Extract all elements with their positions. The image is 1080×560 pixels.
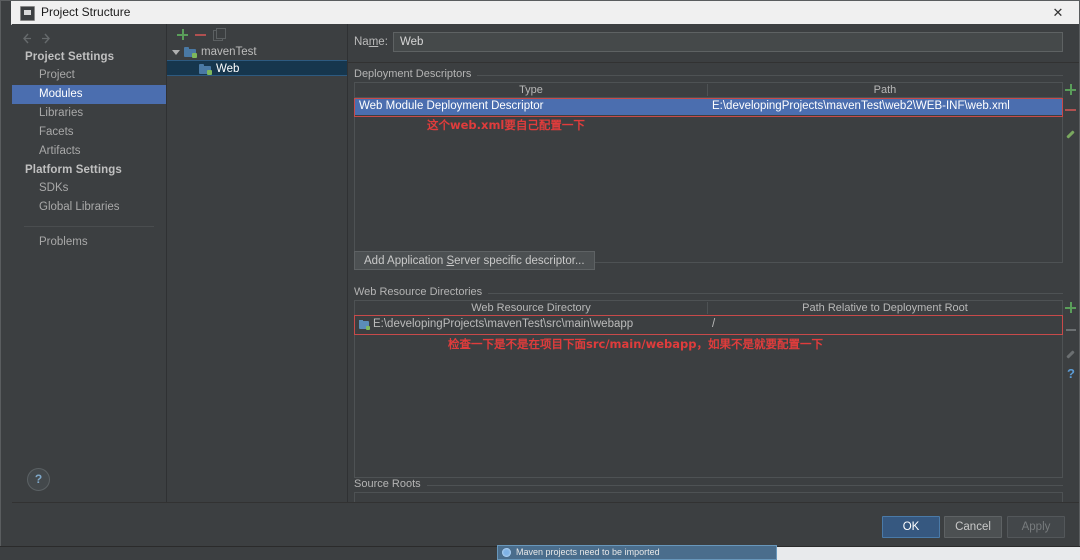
deployment-descriptors-group: Deployment Descriptors Type Path Web Mod… [354,68,1063,263]
idea-logo-icon [20,6,35,21]
pencil-icon [1063,124,1079,140]
tree-node-web[interactable]: Web [167,60,347,76]
sidebar-item-problems[interactable]: Problems [12,233,166,252]
maven-import-notification[interactable]: Maven projects need to be imported [497,545,777,560]
source-roots-title: Source Roots [354,478,427,490]
web-resource-directories-group: Web Resource Directories Web Resource Di… [354,286,1063,478]
deployment-descriptors-box: Type Path Web Module Deployment Descript… [354,82,1063,263]
module-tree-panel: mavenTest Web [167,24,348,503]
cell-path: E:\developingProjects\mavenTest\web2\WEB… [712,100,1010,112]
forward-arrow-icon[interactable] [40,32,53,45]
column-header-path[interactable]: Path [708,83,1062,97]
notification-text: Maven projects need to be imported [516,547,660,557]
module-settings-panel: Name: Web Deployment Descriptors Type Pa… [348,24,1079,523]
web-resources-title: Web Resource Directories [354,286,489,298]
add-web-resource-button[interactable] [1063,300,1079,316]
table-row[interactable]: E:\developingProjects\mavenTest\src\main… [355,316,1062,333]
module-tree: mavenTest Web [167,44,347,76]
help-icon: ? [1067,366,1075,381]
dialog-button-bar: OK Cancel Apply [12,502,1079,547]
sidebar-group-project-settings: Project Settings [25,51,115,63]
dialog-titlebar: Project Structure ✕ [11,1,1079,25]
web-module-icon [199,64,212,75]
sidebar-group-platform-settings: Platform Settings [25,164,122,176]
notification-icon [502,548,511,557]
annotation-webapp: 检查一下是不是在项目下面src/main/webapp，如果不是就要配置一下 [448,337,823,351]
annotation-webxml: 这个web.xml要自己配置一下 [427,118,585,132]
minus-icon [1063,322,1079,338]
divider [348,62,1079,63]
sidebar-item-libraries[interactable]: Libraries [12,104,166,123]
edit-web-resource-button[interactable] [1063,344,1079,360]
sidebar-item-modules[interactable]: Modules [12,85,166,104]
add-module-button[interactable] [175,27,190,42]
sidebar-item-sdks[interactable]: SDKs [12,179,166,198]
plus-icon [175,27,190,42]
web-resources-box: Web Resource Directory Path Relative to … [354,300,1063,478]
sidebar-divider [24,226,154,227]
column-header-web-resource-directory[interactable]: Web Resource Directory [355,301,707,315]
name-label: Name: [354,36,388,48]
cell-directory: E:\developingProjects\mavenTest\src\main… [373,318,634,330]
web-resources-help-button[interactable]: ? [1063,366,1079,382]
minus-icon [1063,102,1078,117]
chevron-down-icon[interactable] [172,50,180,55]
ok-button[interactable]: OK [882,516,940,538]
sidebar-nav [17,29,77,47]
minus-icon [193,27,208,42]
copy-module-button[interactable] [211,27,226,42]
module-tree-toolbar [167,24,347,44]
column-header-relative-path[interactable]: Path Relative to Deployment Root [708,301,1062,315]
sidebar-list: Project Settings Project Modules Librari… [12,48,166,252]
tree-node-label: mavenTest [201,46,257,58]
settings-sidebar: Project Settings Project Modules Librari… [12,24,167,503]
screen: m W v ns o Project Structure ✕ Project S… [0,0,1080,560]
name-input[interactable]: Web [393,32,1063,52]
plus-icon [1063,82,1078,97]
remove-descriptor-button[interactable] [1063,102,1079,118]
copy-icon [211,27,226,42]
remove-module-button[interactable] [193,27,208,42]
group-line [354,485,1063,486]
tree-node-maventest[interactable]: mavenTest [167,44,347,60]
remove-web-resource-button[interactable] [1063,322,1079,338]
tree-node-label: Web [216,63,240,75]
plus-icon [1063,300,1078,315]
deployment-descriptors-table: Type Path Web Module Deployment Descript… [355,83,1062,262]
add-app-server-descriptor-button[interactable]: Add Application Server specific descript… [354,251,595,270]
cancel-button[interactable]: Cancel [944,516,1002,538]
help-icon[interactable]: ? [27,468,50,491]
table-header: Type Path [355,83,1062,98]
sidebar-item-facets[interactable]: Facets [12,123,166,142]
deployment-tools [1063,82,1079,162]
cell-type: Web Module Deployment Descriptor [359,100,544,112]
pencil-icon [1063,344,1079,360]
sidebar-item-project[interactable]: Project [12,66,166,85]
folder-icon [359,320,370,330]
add-descriptor-icon-button[interactable] [1063,82,1079,98]
table-header: Web Resource Directory Path Relative to … [355,301,1062,316]
web-resources-table: Web Resource Directory Path Relative to … [355,301,1062,477]
back-arrow-icon[interactable] [20,32,33,45]
dialog-title: Project Structure [41,5,131,19]
apply-button[interactable]: Apply [1007,516,1065,538]
table-row[interactable]: Web Module Deployment Descriptor E:\deve… [355,98,1062,115]
deployment-descriptors-title: Deployment Descriptors [354,68,478,80]
sidebar-item-artifacts[interactable]: Artifacts [12,142,166,161]
edit-descriptor-button[interactable] [1063,124,1079,140]
module-folder-icon [184,47,197,58]
button-label: Add Application Server specific descript… [364,255,585,267]
ide-editor-fragment [760,547,1080,560]
column-header-type[interactable]: Type [355,83,707,97]
sidebar-item-global-libraries[interactable]: Global Libraries [12,198,166,217]
close-icon[interactable]: ✕ [1045,4,1071,22]
web-resources-tools: ? [1063,300,1079,400]
name-row: Name: Web [348,32,1063,54]
cell-relative-path: / [712,318,716,330]
project-structure-dialog: Project Structure ✕ Project Settings Pro… [0,0,1080,548]
